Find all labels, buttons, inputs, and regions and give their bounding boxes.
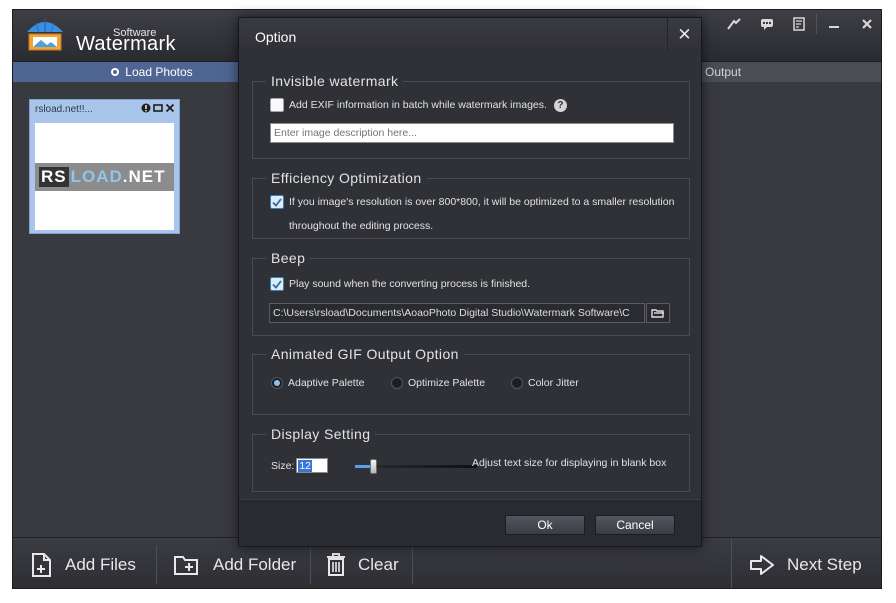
radio-label: Optimize Palette — [408, 377, 486, 389]
beep-checkbox[interactable] — [270, 277, 284, 291]
slider-fill — [355, 465, 371, 468]
size-setting: Size: 12 — [271, 458, 329, 473]
group-gif-output: Animated GIF Output Option Adaptive Pale… — [252, 346, 690, 415]
dialog-close-icon[interactable]: ✕ — [667, 18, 701, 51]
radio-jitter[interactable]: Color Jitter — [511, 377, 579, 389]
beep-label: Play sound when the converting process i… — [289, 278, 531, 290]
exif-checkbox[interactable] — [270, 98, 284, 112]
next-step-area: Next Step — [731, 538, 881, 588]
size-label: Size: — [271, 459, 295, 472]
separator — [156, 546, 157, 584]
group-title: Beep — [266, 250, 311, 266]
radio-label: Color Jitter — [528, 377, 579, 389]
group-title: Display Setting — [266, 426, 376, 442]
beep-option: Play sound when the converting process i… — [270, 277, 530, 291]
logo-load: LOAD — [70, 167, 123, 186]
efficiency-label-line2: throughout the editing process. — [289, 220, 434, 232]
minimize-icon[interactable] — [817, 10, 850, 38]
window-controls — [717, 10, 881, 38]
help-icon[interactable]: ? — [553, 98, 567, 112]
step-load-label: Load Photos — [125, 65, 193, 79]
folder-open-icon — [651, 308, 664, 318]
dialog-header: Option ✕ — [239, 18, 701, 54]
photo-thumbnail: RS LOAD .NET — [35, 123, 174, 230]
add-folder-label: Add Folder — [213, 554, 297, 574]
ok-button[interactable]: Ok — [505, 515, 585, 535]
radio-label: Adaptive Palette — [288, 377, 365, 389]
size-hint-label: Adjust text size for displaying in blank… — [472, 457, 667, 469]
group-invisible-watermark: Invisible watermark Add EXIF information… — [252, 73, 690, 159]
radio-optimize[interactable]: Optimize Palette — [391, 377, 485, 389]
tools-icon[interactable] — [717, 10, 750, 38]
clear-label: Clear — [358, 554, 399, 574]
preview-icon[interactable] — [153, 103, 163, 113]
dialog-title: Option — [255, 29, 297, 45]
next-step-button[interactable]: Next Step — [749, 538, 862, 588]
step-output-label: Output — [705, 65, 742, 79]
separator — [412, 546, 413, 584]
efficiency-checkbox[interactable] — [270, 195, 284, 209]
exif-option: Add EXIF information in batch while wate… — [270, 98, 567, 112]
thumbnail-band: RS LOAD .NET — [35, 163, 174, 191]
check-icon — [272, 197, 282, 207]
exif-label: Add EXIF information in batch while wate… — [289, 99, 547, 111]
photo-actions — [141, 103, 175, 113]
add-file-icon — [32, 552, 51, 577]
close-icon[interactable] — [850, 10, 881, 38]
slider-thumb[interactable] — [370, 459, 377, 474]
info-icon[interactable] — [141, 103, 151, 113]
chat-icon[interactable] — [750, 10, 783, 38]
efficiency-line2: throughout the editing process. — [289, 220, 433, 232]
brand-title: Watermark — [76, 33, 176, 55]
radio-button[interactable] — [391, 377, 403, 389]
check-icon — [272, 279, 282, 289]
logo-rs: RS — [39, 167, 69, 187]
efficiency-label-line1: If you image's resolution is over 800*80… — [289, 196, 675, 208]
add-folder-icon — [174, 555, 198, 575]
thumbnail-logo: RS LOAD .NET — [39, 167, 166, 187]
group-title: Invisible watermark — [266, 73, 404, 89]
separator — [310, 546, 311, 584]
radio-adaptive[interactable]: Adaptive Palette — [271, 377, 364, 389]
add-files-label: Add Files — [65, 554, 136, 574]
next-step-label: Next Step — [787, 554, 862, 574]
arrow-right-icon — [750, 554, 774, 575]
sound-path-field[interactable]: C:\Users\rsload\Documents\AoaoPhoto Digi… — [269, 303, 645, 323]
size-input[interactable]: 12 — [296, 458, 329, 473]
radio-button[interactable] — [271, 377, 283, 389]
logo-net: .NET — [122, 167, 166, 186]
option-dialog: Option ✕ Invisible watermark Add EXIF in… — [238, 17, 702, 547]
size-hint: Adjust text size for displaying in blank… — [472, 457, 666, 469]
group-beep: Beep Play sound when the converting proc… — [252, 250, 690, 336]
efficiency-option: If you image's resolution is over 800*80… — [270, 195, 674, 209]
browse-folder-button[interactable] — [646, 303, 670, 323]
photo-name: rsload.net!!... — [35, 104, 93, 115]
register-icon[interactable] — [783, 10, 816, 38]
image-description-input[interactable] — [270, 123, 674, 143]
size-slider[interactable] — [355, 458, 477, 474]
group-display-setting: Display Setting Size: 12 Adjust text siz… — [252, 426, 690, 492]
photo-card[interactable]: rsload.net!!... RS LOAD .NET — [29, 99, 180, 234]
group-title: Efficiency Optimization — [266, 170, 427, 186]
dialog-footer: Ok Cancel — [239, 499, 701, 546]
umbrella-logo-icon — [27, 18, 63, 51]
radio-button[interactable] — [511, 377, 523, 389]
remove-icon[interactable] — [165, 103, 175, 113]
add-files-button[interactable]: Add Files — [31, 538, 136, 588]
step-output[interactable]: Output — [691, 62, 841, 82]
step-ring-icon — [111, 68, 120, 76]
group-title: Animated GIF Output Option — [266, 346, 464, 362]
cancel-button[interactable]: Cancel — [595, 515, 675, 535]
size-value: 12 — [298, 459, 313, 472]
trash-icon — [327, 552, 345, 576]
group-efficiency: Efficiency Optimization If you image's r… — [252, 170, 690, 239]
